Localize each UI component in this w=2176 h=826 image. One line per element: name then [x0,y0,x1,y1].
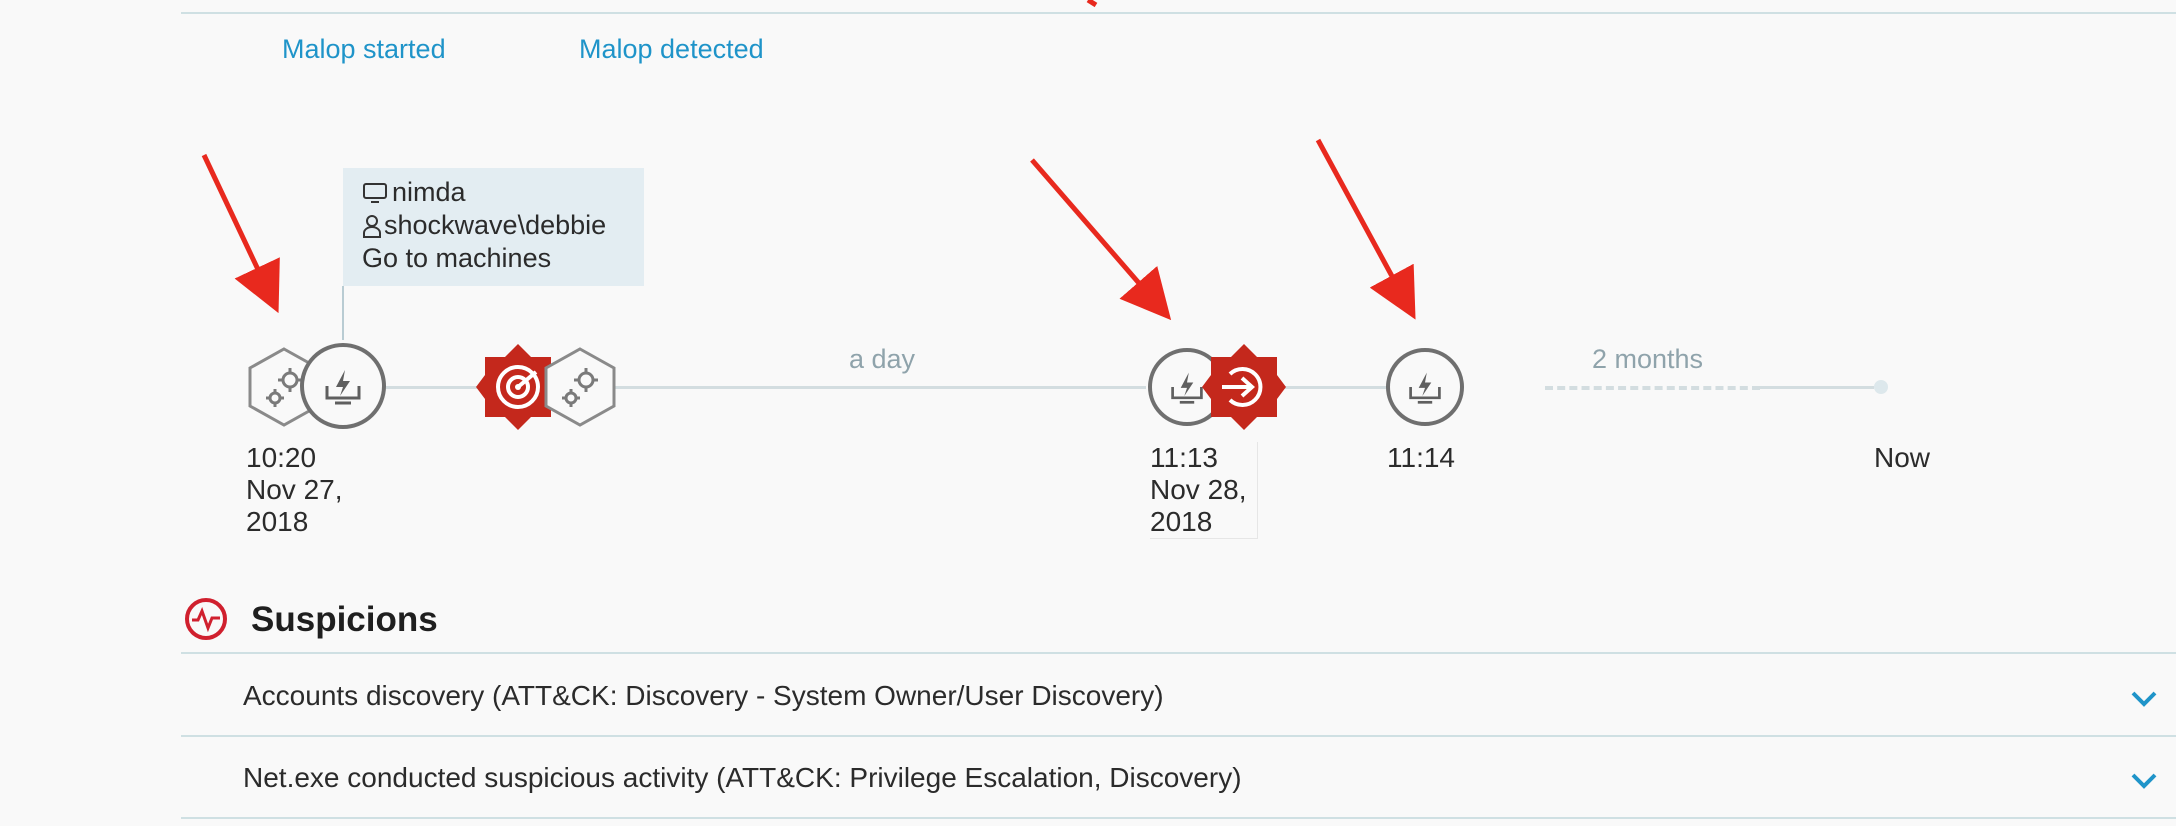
machine-tooltip: nimda shockwave\debbie Go to machines [343,168,644,286]
gears-icon[interactable] [540,346,620,428]
suspicion-label[interactable]: Net.exe conducted suspicious activity (A… [243,762,1242,794]
node-2-timestamp: 11:13 Nov 28, 2018 [1150,442,1258,539]
monitor-icon [363,182,387,203]
suspicions-title: Suspicions [251,600,438,639]
user-icon [363,214,381,238]
section-divider [181,735,2176,737]
section-divider [181,817,2176,819]
tooltip-user-name[interactable]: shockwave\debbie [384,209,606,242]
now-label: Now [1874,442,1931,473]
chevron-down-icon[interactable] [2128,682,2160,714]
node-3-timestamp: 11:14 [1387,442,1455,473]
machine-node-3[interactable] [1386,348,1464,426]
gap-label-a-day: a day [849,344,916,374]
top-divider [181,12,2176,14]
tooltip-machine-name[interactable]: nimda [392,176,466,209]
section-divider [181,652,2176,654]
tooltip-connector [342,286,344,340]
malop-detected-link[interactable]: Malop detected [579,34,764,65]
malop-started-link[interactable]: Malop started [282,34,446,65]
gap-label-2-months: 2 months [1592,344,1704,374]
pulse-icon [185,598,227,640]
go-to-machines-link[interactable]: Go to machines [362,242,551,275]
timeline-track [1760,386,1874,389]
machine-lightning-icon [1409,372,1441,404]
timeline-now-marker [1874,380,1888,394]
machine-lightning-icon [325,370,361,405]
chevron-down-icon[interactable] [2128,764,2160,796]
suspicion-label[interactable]: Accounts discovery (ATT&CK: Discovery - … [243,680,1164,712]
timeline-track [340,386,1146,389]
logon-icon[interactable] [1200,342,1288,432]
timeline-dashed-gap [1545,386,1760,390]
machine-node-1[interactable] [300,343,386,429]
node-1-timestamp: 10:20 Nov 27, 2018 [246,442,343,537]
